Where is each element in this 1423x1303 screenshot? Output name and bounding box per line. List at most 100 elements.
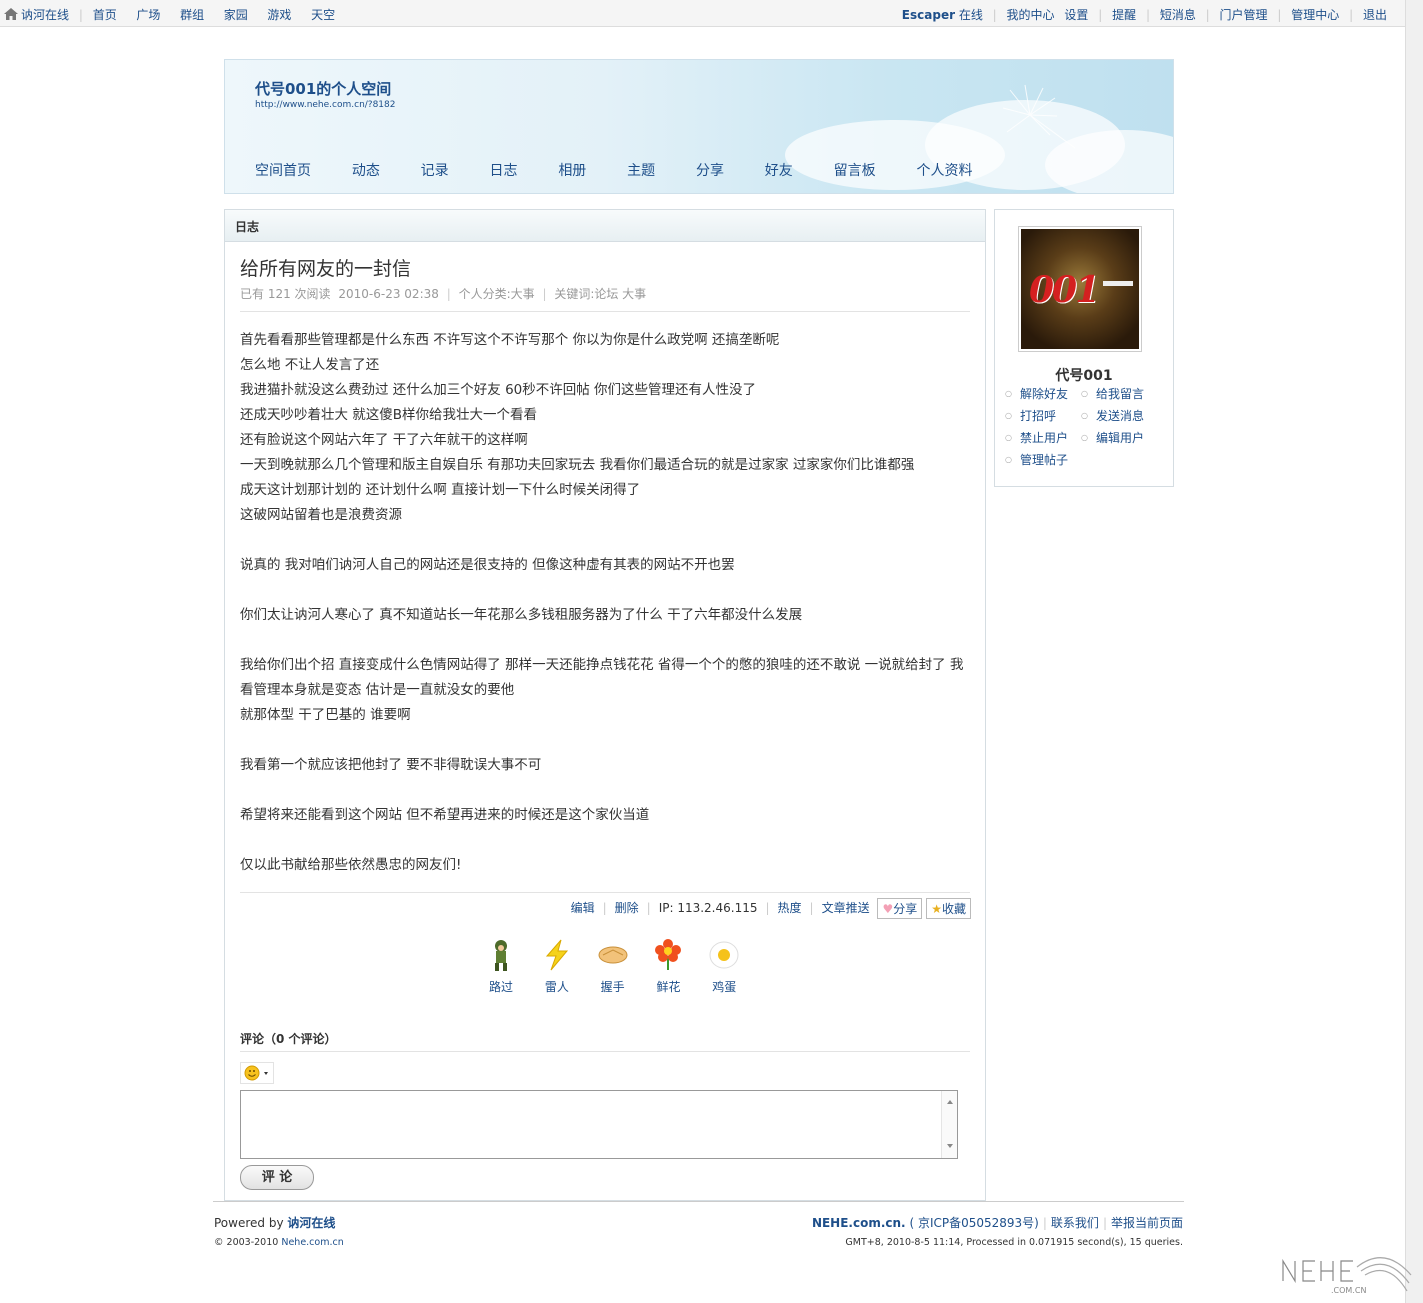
post-category[interactable]: 个人分类:大事 (459, 287, 535, 301)
space-nav-feed[interactable]: 动态 (352, 160, 380, 180)
share-button[interactable]: ♥分享 (877, 898, 923, 919)
site-home-link[interactable]: 讷河在线 (4, 6, 69, 23)
nehe-watermark-logo: .COM.CN (1282, 1257, 1412, 1295)
profile-sidebar: 001 代号001 解除好友给我留言 打招呼发送消息 禁止用户编辑用户 管理帖子 (994, 209, 1174, 487)
copyright-text: © 2003-2010 (214, 1237, 279, 1248)
space-nav-album[interactable]: 相册 (558, 160, 586, 180)
egg-icon (709, 941, 739, 969)
messages-link[interactable]: 短消息 (1160, 6, 1196, 23)
send-message-link[interactable]: 发送消息 (1081, 407, 1157, 429)
reaction-label: 鸡蛋 (712, 980, 737, 994)
nav-sky[interactable]: 天空 (311, 6, 335, 23)
space-nav: 空间首页 动态 记录 日志 相册 主题 分享 好友 留言板 个人资料 (255, 160, 1009, 180)
blog-paragraph: 我给你们出个招 直接变成什么色情网站得了 那样一天还能挣点钱花花 省得一个个的憋… (240, 657, 964, 698)
ban-user-link[interactable]: 禁止用户 (1005, 429, 1081, 451)
space-url[interactable]: http://www.nehe.com.cn/?8182 (255, 100, 395, 110)
logout-link[interactable]: 退出 (1363, 6, 1387, 23)
hot-link[interactable]: 热度 (778, 901, 802, 915)
blog-paragraph: 还成天吵吵着壮大 就这傻B样你给我壮大一个看看 (240, 407, 538, 423)
nav-games[interactable]: 游戏 (267, 6, 291, 23)
favorite-button[interactable]: ★收藏 (926, 898, 971, 919)
avatar[interactable]: 001 (1018, 226, 1142, 352)
comment-textarea[interactable] (240, 1090, 958, 1159)
unfriend-link[interactable]: 解除好友 (1005, 385, 1081, 407)
star-icon: ★ (931, 902, 942, 916)
reaction-handshake[interactable]: 握手 (587, 938, 639, 995)
powered-brand-link[interactable]: 讷河在线 (287, 1216, 335, 1230)
username-link[interactable]: Escaper (902, 8, 955, 22)
copyright-link[interactable]: Nehe.com.cn (281, 1237, 343, 1248)
reaction-egg[interactable]: 鸡蛋 (698, 938, 750, 995)
space-nav-friends[interactable]: 好友 (765, 160, 793, 180)
contact-link[interactable]: 联系我们 (1051, 1216, 1099, 1230)
footer-links: NEHE.com.cn. ( 京ICP备05052893号) | 联系我们 | 举报当前… (811, 1216, 1183, 1230)
avatar-001-graphic: 001 (1029, 269, 1100, 311)
lightning-icon (545, 939, 568, 971)
edit-user-link[interactable]: 编辑用户 (1081, 429, 1157, 451)
reaction-label: 路过 (488, 980, 513, 994)
notifications-link[interactable]: 提醒 (1112, 6, 1136, 23)
report-link[interactable]: 举报当前页面 (1111, 1216, 1183, 1230)
poke-link[interactable]: 打招呼 (1005, 407, 1081, 429)
handshake-icon (598, 946, 628, 964)
settings-link[interactable]: 设置 (1064, 6, 1088, 23)
powered-by: Powered by 讷河在线 (214, 1214, 335, 1231)
divider (240, 892, 970, 893)
blog-paragraph: 成天这计划那计划的 还计划什么啊 直接计划一下什么时候关闭得了 (240, 482, 641, 498)
nav-groups[interactable]: 群组 (180, 6, 204, 23)
space-title[interactable]: 代号001的个人空间 (255, 78, 391, 99)
blog-paragraph (240, 528, 970, 553)
comment-submit-button[interactable]: 评 论 (240, 1165, 314, 1190)
powered-prefix: Powered by (214, 1216, 284, 1230)
reaction-thunder[interactable]: 雷人 (531, 938, 583, 995)
scroll-arrows-icon (947, 1100, 953, 1148)
portal-admin-link[interactable]: 门户管理 (1220, 6, 1268, 23)
textarea-scrollbar[interactable] (941, 1091, 957, 1158)
post-date: 2010-6-23 02:38 (338, 287, 439, 301)
share-label: 分享 (893, 902, 918, 916)
space-nav-records[interactable]: 记录 (421, 160, 449, 180)
panel-heading: 日志 (225, 210, 985, 242)
profile-name[interactable]: 代号001 (995, 365, 1173, 385)
space-nav-blog[interactable]: 日志 (489, 160, 517, 180)
reaction-label: 握手 (600, 980, 625, 994)
reaction-flower[interactable]: 鲜花 (642, 938, 694, 995)
space-nav-profile[interactable]: 个人资料 (916, 160, 972, 180)
space-header: 代号001的个人空间 http://www.nehe.com.cn/?8182 … (224, 59, 1174, 194)
blog-paragraph: 怎么地 不让人发言了还 (240, 357, 380, 373)
home-icon (4, 8, 18, 20)
divider (240, 311, 970, 312)
soldier-icon (495, 940, 507, 971)
space-nav-guestbook[interactable]: 留言板 (834, 160, 876, 180)
blog-paragraph: 还有脸说这个网站六年了 干了六年就干的这样啊 (240, 432, 528, 448)
push-link[interactable]: 文章推送 (822, 901, 870, 915)
space-nav-home[interactable]: 空间首页 (255, 160, 311, 180)
blog-paragraph: 希望将来还能看到这个网站 但不希望再进来的时候还是这个家伙当道 (240, 807, 650, 823)
edit-link[interactable]: 编辑 (571, 901, 595, 915)
space-nav-topics[interactable]: 主题 (627, 160, 655, 180)
comments-heading: 评论（0 个评论） (240, 1032, 337, 1046)
blog-paragraph (240, 728, 970, 753)
page-scrollbar[interactable] (1405, 0, 1423, 1303)
nav-home-garden[interactable]: 家园 (224, 6, 248, 23)
leave-message-link[interactable]: 给我留言 (1081, 385, 1157, 407)
post-keywords[interactable]: 关键词:论坛 大事 (554, 287, 646, 301)
divider (240, 1051, 970, 1052)
blog-body: 首先看看那些管理都是什么东西 不许写这个不许写那个 你以为你是什么政党啊 还搞垄… (240, 328, 970, 878)
emoticon-picker[interactable] (240, 1062, 274, 1084)
site-link[interactable]: NEHE.com.cn. (812, 1216, 906, 1230)
space-nav-share[interactable]: 分享 (696, 160, 724, 180)
manage-posts-link[interactable]: 管理帖子 (1005, 451, 1081, 473)
blog-paragraph: 仅以此书献给那些依然愚忠的网友们! (240, 857, 462, 873)
nav-home[interactable]: 首页 (93, 6, 117, 23)
footer-divider (213, 1201, 1184, 1202)
admin-center-link[interactable]: 管理中心 (1291, 6, 1339, 23)
reaction-pass[interactable]: 路过 (475, 938, 527, 995)
delete-link[interactable]: 删除 (615, 901, 639, 915)
icp-link[interactable]: ( 京ICP备05052893号) (909, 1216, 1038, 1230)
my-center-link[interactable]: 我的中心 (1007, 6, 1055, 23)
reaction-label: 鲜花 (656, 980, 681, 994)
blog-paragraph (240, 778, 970, 803)
nav-square[interactable]: 广场 (136, 6, 160, 23)
blog-paragraph: 就那体型 干了巴基的 谁要啊 (240, 707, 411, 723)
